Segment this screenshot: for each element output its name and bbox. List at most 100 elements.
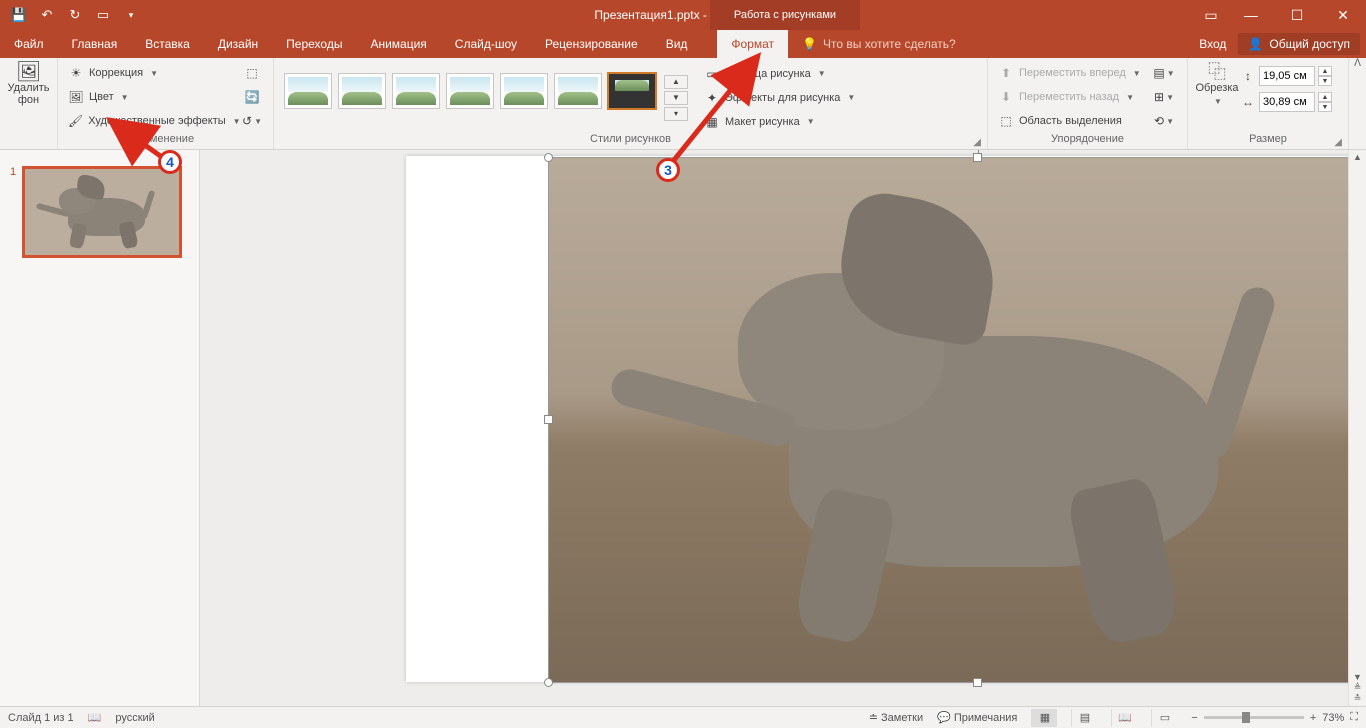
border-icon: ▭ [704, 66, 720, 82]
width-icon: ↔ [1240, 94, 1256, 110]
spin-up-icon[interactable]: ▲ [1318, 66, 1332, 76]
maximize-icon[interactable]: ☐ [1274, 0, 1320, 30]
spin-up-icon[interactable]: ▲ [1318, 92, 1332, 102]
undo-icon[interactable]: ↶ [34, 2, 60, 28]
resize-handle[interactable] [973, 153, 982, 162]
zoom-out-icon[interactable]: − [1191, 712, 1197, 724]
gallery-up-icon[interactable]: ▲ [664, 75, 688, 89]
slideshow-view-icon[interactable]: ▭ [1151, 709, 1177, 727]
tab-format[interactable]: Формат [717, 30, 788, 58]
tab-slideshow[interactable]: Слайд-шоу [441, 30, 531, 58]
sign-in-link[interactable]: Вход [1199, 37, 1226, 51]
notes-button[interactable]: ≐ Заметки [869, 711, 923, 724]
spin-down-icon[interactable]: ▼ [1318, 102, 1332, 112]
resize-handle[interactable] [973, 678, 982, 687]
tell-me-search[interactable]: 💡 Что вы хотите сделать? [788, 30, 970, 58]
zoom-slider[interactable] [1204, 716, 1304, 719]
picture-border-button[interactable]: ▭Граница рисунка▼ [700, 63, 859, 85]
spellcheck-icon[interactable]: 📖 [88, 711, 102, 724]
artistic-effects-button[interactable]: 🖌Художественные эффекты▼ [64, 110, 240, 132]
compress-button[interactable]: ⬚ [240, 62, 264, 84]
reset-picture-button[interactable]: ↺▼ [240, 110, 264, 132]
group-button[interactable]: ⊞▼ [1152, 86, 1176, 108]
picture-layout-button[interactable]: ▦Макет рисунка▼ [700, 111, 859, 133]
brightness-icon: ☀ [68, 65, 84, 81]
selection-pane-icon: ⬚ [998, 113, 1014, 129]
tab-home[interactable]: Главная [58, 30, 132, 58]
sorter-view-icon[interactable]: ▤ [1071, 709, 1097, 727]
reading-view-icon[interactable]: 📖 [1111, 709, 1137, 727]
share-button[interactable]: 👤 Общий доступ [1238, 33, 1360, 55]
scroll-down-icon[interactable]: ▼ [1353, 672, 1362, 682]
picture-tools-context-tab[interactable]: Работа с рисунками [710, 0, 860, 30]
gallery-more-icon[interactable]: ▾ [664, 107, 688, 121]
tab-view[interactable]: Вид [652, 30, 702, 58]
size-launcher-icon[interactable]: ◢ [1334, 137, 1342, 148]
corrections-button[interactable]: ☀Коррекция▼ [64, 62, 240, 84]
send-backward-button[interactable]: ⬇Переместить назад▼ [994, 86, 1152, 108]
align-button[interactable]: ▤▼ [1152, 62, 1176, 84]
resize-handle[interactable] [544, 153, 553, 162]
send-backward-label: Переместить назад [1019, 91, 1119, 103]
rotate-button[interactable]: ⟲▼ [1152, 110, 1176, 132]
spin-down-icon[interactable]: ▼ [1318, 76, 1332, 86]
slide-thumbnail-pane[interactable]: 1 [0, 150, 200, 706]
tab-review[interactable]: Рецензирование [531, 30, 652, 58]
redo-icon[interactable]: ↻ [62, 2, 88, 28]
picture-styles-gallery[interactable]: ▲ ▼ ▾ [280, 67, 692, 127]
remove-background-button[interactable]: 🖼 Удалить фон [6, 60, 51, 106]
style-thumb[interactable] [392, 73, 440, 109]
selection-pane-button[interactable]: ⬚Область выделения [994, 110, 1152, 132]
crop-button[interactable]: ⿻ Обрезка ▼ [1194, 60, 1240, 108]
width-input[interactable] [1259, 92, 1315, 112]
start-slideshow-icon[interactable]: ▭ [90, 2, 116, 28]
gallery-down-icon[interactable]: ▼ [664, 91, 688, 105]
slide-number: 1 [10, 166, 16, 258]
qat-more-icon[interactable]: ▾ [118, 2, 144, 28]
group-arrange-label: Упорядочение [1051, 133, 1124, 145]
language-indicator[interactable]: русский [115, 712, 154, 724]
tab-design[interactable]: Дизайн [204, 30, 272, 58]
width-field[interactable]: ↔ ▲▼ [1240, 92, 1332, 112]
styles-launcher-icon[interactable]: ◢ [973, 137, 981, 148]
save-icon[interactable]: 💾 [6, 2, 32, 28]
crop-label: Обрезка [1195, 82, 1238, 94]
style-thumb[interactable] [446, 73, 494, 109]
change-picture-button[interactable]: 🔄 [240, 86, 264, 108]
collapse-ribbon-icon[interactable]: ᐱ [1348, 58, 1366, 149]
style-thumb[interactable] [554, 73, 602, 109]
tab-transitions[interactable]: Переходы [272, 30, 356, 58]
style-thumb[interactable] [338, 73, 386, 109]
tab-insert[interactable]: Вставка [131, 30, 204, 58]
resize-handle[interactable] [544, 678, 553, 687]
border-label: Граница рисунка [725, 68, 811, 80]
color-button[interactable]: 🖼Цвет▼ [64, 86, 240, 108]
picture-effects-button[interactable]: ✦Эффекты для рисунка▼ [700, 87, 859, 109]
prev-slide-icon[interactable]: ≜ [1354, 682, 1362, 693]
ribbon-options-icon[interactable]: ▭ [1194, 0, 1228, 30]
group-styles-label: Стили рисунков [590, 133, 671, 145]
tab-animation[interactable]: Анимация [356, 30, 440, 58]
slide-thumbnail[interactable] [22, 166, 182, 258]
tab-file[interactable]: Файл [0, 30, 58, 58]
scroll-up-icon[interactable]: ▲ [1353, 152, 1362, 162]
height-field[interactable]: ↕ ▲▼ [1240, 66, 1332, 86]
vertical-scrollbar[interactable]: ▲ ▼ ≜ ≛ [1348, 150, 1366, 706]
zoom-level[interactable]: 73% [1322, 712, 1344, 724]
slide-indicator: Слайд 1 из 1 [8, 712, 74, 724]
fit-window-icon[interactable]: ⛶ [1350, 711, 1358, 724]
style-thumb-selected[interactable] [608, 73, 656, 109]
height-input[interactable] [1259, 66, 1315, 86]
resize-handle[interactable] [544, 415, 553, 424]
slide-canvas[interactable] [200, 150, 1348, 706]
close-icon[interactable]: ✕ [1320, 0, 1366, 30]
bring-forward-button[interactable]: ⬆Переместить вперед▼ [994, 62, 1152, 84]
style-thumb[interactable] [500, 73, 548, 109]
minimize-icon[interactable]: — [1228, 0, 1274, 30]
style-thumb[interactable] [284, 73, 332, 109]
comments-button[interactable]: 💬 Примечания [937, 711, 1017, 724]
selected-picture[interactable] [549, 158, 1348, 682]
next-slide-icon[interactable]: ≛ [1354, 693, 1362, 704]
normal-view-icon[interactable]: ▦ [1031, 709, 1057, 727]
zoom-in-icon[interactable]: + [1310, 712, 1316, 724]
